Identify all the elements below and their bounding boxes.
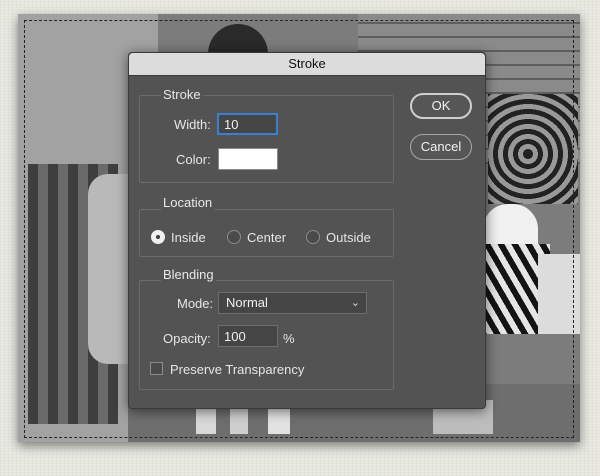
stroke-section-title: Stroke — [161, 87, 203, 102]
mode-label: Mode: — [177, 296, 214, 311]
blend-mode-value: Normal — [226, 295, 268, 310]
opacity-field[interactable] — [218, 325, 278, 347]
radio-center-label: Center — [247, 229, 287, 245]
color-label: Color: — [176, 152, 211, 167]
radio-center-indicator — [227, 230, 241, 244]
width-label: Width: — [174, 117, 211, 132]
stroke-dialog: Stroke Stroke Width: Color: Location Ins… — [128, 52, 486, 409]
width-field[interactable] — [217, 113, 278, 135]
radio-outside-indicator — [306, 230, 320, 244]
radio-outside-label: Outside — [326, 229, 371, 245]
radio-center[interactable]: Center — [227, 228, 286, 246]
ok-button[interactable]: OK — [410, 93, 472, 119]
blend-mode-select[interactable]: Normal ⌄ — [218, 292, 367, 314]
stroke-color-swatch[interactable] — [218, 148, 278, 170]
radio-inside-label: Inside — [171, 229, 206, 245]
dialog-title: Stroke — [129, 53, 485, 76]
radio-inside[interactable]: Inside — [151, 228, 206, 246]
preserve-transparency-checkbox[interactable] — [150, 362, 163, 375]
radio-outside[interactable]: Outside — [306, 228, 371, 246]
opacity-unit: % — [283, 331, 295, 346]
opacity-label: Opacity: — [163, 331, 211, 346]
chevron-down-icon: ⌄ — [350, 297, 360, 309]
radio-inside-indicator — [151, 230, 165, 244]
blending-section-title: Blending — [161, 267, 216, 282]
cancel-button[interactable]: Cancel — [410, 134, 472, 160]
location-section-title: Location — [161, 195, 215, 210]
preserve-transparency-label[interactable]: Preserve Transparency — [170, 362, 304, 377]
